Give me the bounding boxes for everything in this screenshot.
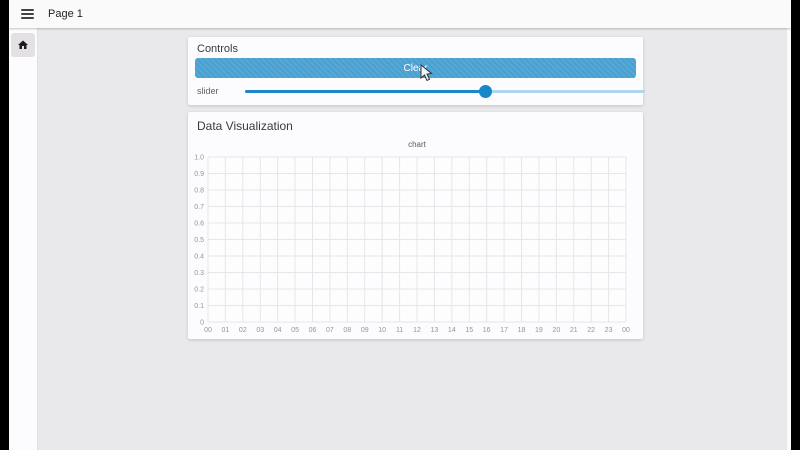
y-tick-label: 0 bbox=[200, 320, 204, 327]
y-tick-label: 0.4 bbox=[194, 254, 204, 261]
x-tick-label: 20 bbox=[552, 327, 560, 334]
y-tick-label: 0.7 bbox=[194, 204, 204, 211]
sidebar bbox=[9, 28, 38, 450]
data-visualization-card: Data Visualization 1.0 0.9 0.8 0.7 0.6 0.5 0.4… bbox=[188, 112, 643, 339]
x-tick-label: 05 bbox=[291, 327, 299, 334]
y-tick-label: 0.8 bbox=[194, 188, 204, 195]
chart-title: chart bbox=[408, 140, 427, 149]
x-tick-label: 18 bbox=[518, 327, 526, 334]
chart-canvas[interactable]: 1.0 0.9 0.8 0.7 0.6 0.5 0.4 0.3 0.2 0.1 0 00 01 02 03 0… bbox=[190, 135, 640, 335]
letterbox-left bbox=[0, 0, 9, 450]
slider-thumb[interactable] bbox=[479, 85, 492, 98]
x-tick-label: 00 bbox=[622, 327, 630, 334]
x-tick-label: 19 bbox=[535, 327, 543, 334]
y-tick-label: 1.0 bbox=[194, 155, 204, 162]
y-tick-label: 0.5 bbox=[194, 237, 204, 244]
x-tick-label: 17 bbox=[500, 327, 508, 334]
y-tick-label: 0.1 bbox=[194, 303, 204, 310]
slider-label: slider bbox=[197, 86, 219, 96]
home-button[interactable] bbox=[11, 33, 35, 57]
y-tick-label: 0.3 bbox=[194, 270, 204, 277]
x-tick-label: 06 bbox=[309, 327, 317, 334]
x-tick-label: 12 bbox=[413, 327, 421, 334]
clear-button[interactable]: Clear bbox=[195, 58, 636, 78]
slider[interactable] bbox=[245, 85, 645, 98]
x-tick-label: 22 bbox=[587, 327, 595, 334]
controls-card: Controls Clear slider bbox=[188, 37, 645, 105]
viz-card-title: Data Visualization bbox=[197, 119, 293, 133]
x-tick-label: 07 bbox=[326, 327, 334, 334]
y-tick-label: 0.6 bbox=[194, 221, 204, 228]
x-tick-label: 21 bbox=[570, 327, 578, 334]
page-title: Page 1 bbox=[48, 8, 83, 20]
slider-row: slider bbox=[197, 83, 645, 99]
x-tick-label: 01 bbox=[222, 327, 230, 334]
x-tick-label: 04 bbox=[274, 327, 282, 334]
app-window: Page 1 Controls Clear slider Data Visual… bbox=[9, 0, 791, 450]
slider-fill bbox=[245, 90, 485, 93]
page-edge bbox=[787, 28, 791, 450]
x-tick-label: 00 bbox=[204, 327, 212, 334]
x-tick-label: 16 bbox=[483, 327, 491, 334]
x-tick-label: 08 bbox=[343, 327, 351, 334]
x-tick-label: 23 bbox=[605, 327, 613, 334]
x-tick-label: 10 bbox=[378, 327, 386, 334]
letterbox-right bbox=[791, 0, 800, 450]
home-icon bbox=[18, 40, 28, 49]
x-tick-label: 09 bbox=[361, 327, 369, 334]
x-tick-label: 03 bbox=[256, 327, 264, 334]
x-tick-label: 14 bbox=[448, 327, 456, 334]
top-bar: Page 1 bbox=[9, 0, 791, 28]
menu-icon[interactable] bbox=[21, 9, 34, 19]
x-tick-label: 15 bbox=[465, 327, 473, 334]
x-tick-label: 13 bbox=[431, 327, 439, 334]
x-tick-label: 02 bbox=[239, 327, 247, 334]
y-tick-label: 0.2 bbox=[194, 287, 204, 294]
controls-card-title: Controls bbox=[197, 43, 238, 55]
screen: Page 1 Controls Clear slider Data Visual… bbox=[0, 0, 800, 450]
y-tick-label: 0.9 bbox=[194, 171, 204, 178]
x-tick-label: 11 bbox=[396, 327, 403, 334]
